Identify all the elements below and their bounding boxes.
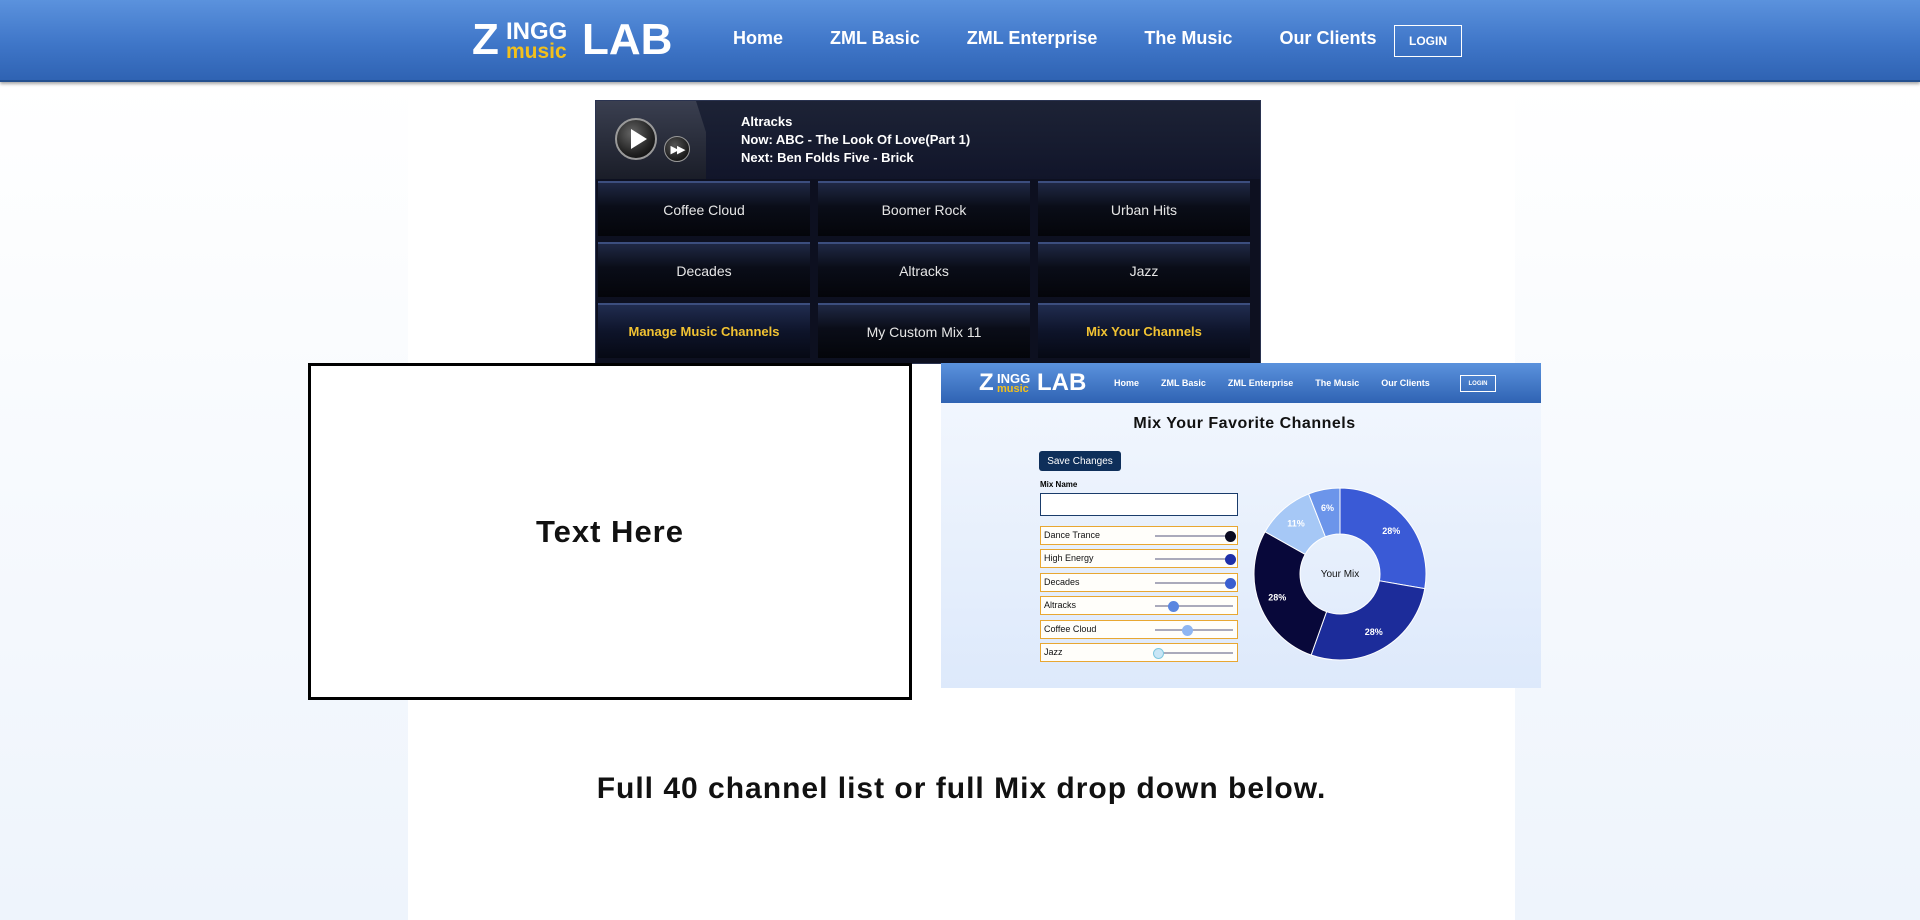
nav-home[interactable]: Home <box>733 28 783 49</box>
player-header: ▶▶ Altracks Now: ABC - The Look Of Love(… <box>596 101 1260 179</box>
slider-track <box>1155 628 1233 631</box>
preview-logo-z: Z <box>979 369 994 396</box>
donut-slice-label: 28% <box>1382 526 1400 536</box>
channel-button-coffee-cloud[interactable]: Coffee Cloud <box>598 181 810 236</box>
channel-button-manage-music-channels[interactable]: Manage Music Channels <box>598 303 810 358</box>
text-placeholder-box: Text Here <box>308 363 912 700</box>
preview-nav-zml-enterprise: ZML Enterprise <box>1227 378 1294 388</box>
channel-button-decades[interactable]: Decades <box>598 242 810 297</box>
preview-logo-lab: LAB <box>1037 369 1087 396</box>
mix-page-preview: Z INGG music LAB Home ZML Basic ZML Ente… <box>941 363 1541 688</box>
next-track: Next: Ben Folds Five - Brick <box>741 150 914 165</box>
donut-slice-label: 11% <box>1287 518 1305 528</box>
preview-title: Mix Your Favorite Channels <box>1133 415 1356 432</box>
slider-knob <box>1182 624 1194 636</box>
placeholder-text: Text Here <box>536 513 684 549</box>
top-navigation-bar: Z INGG music LAB Home ZML Basic ZML Ente… <box>0 0 1920 82</box>
slider-row-jazz: Jazz <box>1040 643 1238 662</box>
logo-lab: LAB <box>582 15 673 64</box>
channel-button-altracks[interactable]: Altracks <box>818 242 1030 297</box>
zingg-lab-logo[interactable]: Z INGG music LAB <box>472 18 672 64</box>
login-button[interactable]: LOGIN <box>1394 25 1462 57</box>
nav-our-clients[interactable]: Our Clients <box>1279 28 1376 49</box>
nav-zml-basic[interactable]: ZML Basic <box>830 28 920 49</box>
nav-the-music[interactable]: The Music <box>1144 28 1232 49</box>
slider-row-dance-trance: Dance Trance <box>1040 526 1238 545</box>
channel-list-caption: Full 40 channel list or full Mix drop do… <box>596 772 1327 805</box>
logo-music: music <box>506 40 567 63</box>
donut-center-label: Your Mix <box>1321 569 1360 580</box>
preview-logo-music: music <box>997 383 1029 395</box>
donut-slice-label: 6% <box>1321 503 1334 513</box>
mix-donut-chart: 28% 28% 28% 11% 6% Your Mix <box>1253 487 1427 661</box>
channel-button-urban-hits[interactable]: Urban Hits <box>1038 181 1250 236</box>
music-player: ▶▶ Altracks Now: ABC - The Look Of Love(… <box>595 100 1261 364</box>
preview-nav: Home ZML Basic ZML Enterprise The Music … <box>1114 378 1452 388</box>
now-playing-info: Altracks Now: ABC - The Look Of Love(Par… <box>741 113 970 167</box>
play-icon[interactable] <box>615 118 657 160</box>
logo-z: Z <box>472 15 499 64</box>
slider-knob <box>1225 554 1237 566</box>
slider-row-decades: Decades <box>1040 572 1238 592</box>
channel-button-mix-your-channels[interactable]: Mix Your Channels <box>1038 303 1250 358</box>
mix-name-label: Mix Name <box>1040 480 1078 489</box>
slider-knob <box>1152 648 1164 659</box>
slider-knob <box>1225 531 1237 542</box>
slider-track <box>1155 605 1233 608</box>
preview-nav-zml-basic: ZML Basic <box>1161 378 1206 388</box>
slider-knob <box>1168 601 1180 613</box>
donut-slice <box>1253 531 1328 656</box>
channel-button-jazz[interactable]: Jazz <box>1038 242 1250 297</box>
preview-nav-bar: Z INGG music LAB Home ZML Basic ZML Ente… <box>941 363 1541 403</box>
skip-next-icon[interactable]: ▶▶ <box>664 136 690 162</box>
preview-logo: Z INGG music LAB <box>979 371 1089 397</box>
nav-zml-enterprise[interactable]: ZML Enterprise <box>967 28 1098 49</box>
donut-slice <box>1310 580 1426 661</box>
slider-row-altracks: Altracks <box>1040 596 1238 616</box>
slider-row-coffee-cloud: Coffee Cloud <box>1040 619 1238 639</box>
page-background-right <box>1515 80 1920 920</box>
slider-label: Dance Trance <box>1044 530 1101 540</box>
now-track: Now: ABC - The Look Of Love(Part 1) <box>741 132 971 147</box>
slider-track <box>1155 535 1233 537</box>
channel-button-my-custom-mix-11[interactable]: My Custom Mix 11 <box>818 303 1030 358</box>
slider-row-high-energy: High Energy <box>1040 549 1238 569</box>
preview-nav-our-clients: Our Clients <box>1381 378 1430 388</box>
channel-button-boomer-rock[interactable]: Boomer Rock <box>818 181 1030 236</box>
donut-slice-label: 28% <box>1268 592 1286 602</box>
slider-label: Jazz <box>1044 647 1063 657</box>
main-nav: Home ZML Basic ZML Enterprise The Music … <box>733 28 1423 49</box>
slider-label: High Energy <box>1044 553 1094 564</box>
slider-label: Decades <box>1044 576 1080 587</box>
slider-label: Coffee Cloud <box>1044 623 1097 634</box>
slider-track <box>1155 581 1233 584</box>
save-changes-button: Save Changes <box>1039 451 1121 471</box>
slider-label: Altracks <box>1044 600 1077 611</box>
preview-nav-home: Home <box>1114 378 1140 388</box>
slider-knob <box>1225 577 1237 589</box>
slider-track <box>1155 558 1233 561</box>
preview-login-button: LOGIN <box>1460 375 1496 392</box>
slider-track <box>1155 652 1233 654</box>
preview-nav-the-music: The Music <box>1315 378 1360 388</box>
mix-name-field <box>1040 493 1238 516</box>
current-channel: Altracks <box>741 114 793 129</box>
donut-slice-label: 28% <box>1365 627 1383 637</box>
